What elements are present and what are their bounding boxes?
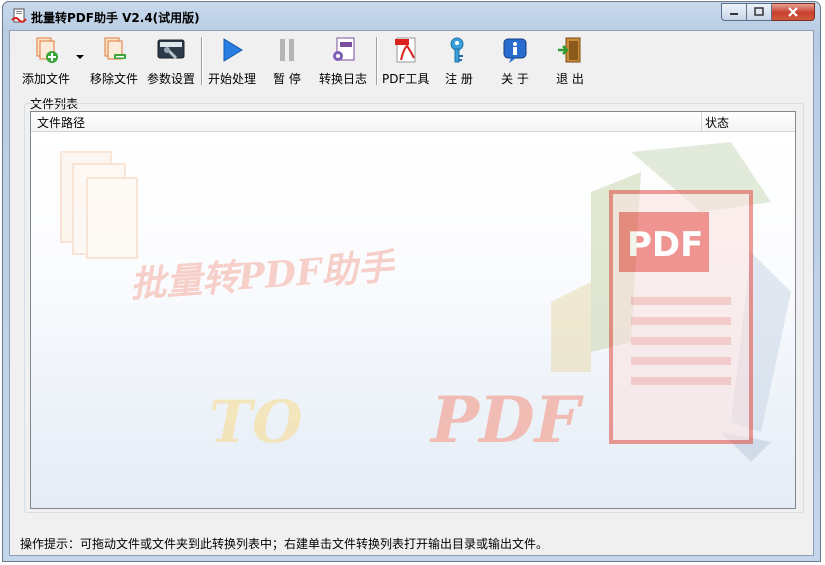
app-window: 批量转PDF助手 V2.4(试用版) 添加文件 移除文件 参数设置 开始处理 暂… <box>2 1 821 562</box>
about-button[interactable]: 关 于 <box>500 35 530 87</box>
list-header: 文件路径 状态 <box>31 112 795 132</box>
watermark-pdf-document: PDF <box>609 190 753 444</box>
start-button[interactable]: 开始处理 <box>208 35 256 87</box>
settings-button[interactable]: 参数设置 <box>147 35 195 87</box>
svg-text:PDF: PDF <box>627 225 703 265</box>
status-hint: 操作提示：可拖动文件或文件夹到此转换列表中；右建单击文件转换列表打开输出目录或输… <box>20 537 549 551</box>
start-label: 开始处理 <box>208 72 257 86</box>
pause-label: 暂 停 <box>273 72 301 86</box>
watermark-pdf: PDF <box>429 383 585 458</box>
minimize-icon <box>730 13 738 15</box>
settings-label: 参数设置 <box>147 72 196 86</box>
info-icon <box>503 38 527 63</box>
watermark-files-icon <box>60 151 138 259</box>
maximize-button[interactable] <box>747 3 772 21</box>
maximize-icon <box>754 7 764 16</box>
pause-icon <box>280 39 294 61</box>
play-icon <box>223 38 243 62</box>
watermark-title: 批量转PDF助手 <box>129 245 398 306</box>
column-header-path[interactable]: 文件路径 <box>37 114 85 131</box>
pdf-app-icon <box>11 8 27 23</box>
add-file-label: 添加文件 <box>22 72 71 86</box>
remove-file-button[interactable]: 移除文件 <box>90 35 138 87</box>
pdf-tools-icon <box>394 37 416 63</box>
window-controls <box>721 3 815 21</box>
remove-file-label: 移除文件 <box>90 72 139 86</box>
about-label: 关 于 <box>501 72 529 86</box>
key-icon <box>450 37 464 63</box>
watermark-to: TO <box>209 388 303 456</box>
file-list[interactable]: 文件路径 状态 PDF 批量转PDF助手 TO PDF <box>30 111 796 509</box>
column-divider[interactable] <box>701 112 702 131</box>
pdf-tools-label: PDF工具 <box>382 72 430 86</box>
add-file-icon <box>36 37 58 63</box>
exit-door-icon <box>558 37 581 63</box>
column-header-status[interactable]: 状态 <box>705 114 729 131</box>
list-body[interactable]: PDF 批量转PDF助手 TO PDF <box>31 132 795 508</box>
toolbar: 添加文件 移除文件 参数设置 开始处理 暂 停 转换日志 PDF工具 注 册 关… <box>10 31 813 89</box>
minimize-button[interactable] <box>721 3 747 21</box>
watermark-illustration: PDF 批量转PDF助手 TO PDF <box>60 142 791 462</box>
exit-label: 退 出 <box>556 72 584 86</box>
title-bar[interactable]: 批量转PDF助手 V2.4(试用版) <box>3 2 820 30</box>
toolbar-separator <box>201 37 203 85</box>
close-button[interactable] <box>772 3 815 21</box>
toolbar-separator <box>376 37 378 85</box>
pause-button[interactable]: 暂 停 <box>272 35 302 87</box>
log-label: 转换日志 <box>319 72 368 86</box>
register-button[interactable]: 注 册 <box>444 35 474 87</box>
add-file-button[interactable]: 添加文件 <box>22 35 70 87</box>
close-icon <box>788 7 798 17</box>
window-title: 批量转PDF助手 V2.4(试用版) <box>31 11 200 25</box>
log-button[interactable]: 转换日志 <box>319 35 367 87</box>
exit-button[interactable]: 退 出 <box>555 35 585 87</box>
settings-icon <box>157 39 185 60</box>
chevron-down-icon[interactable] <box>76 55 84 59</box>
pdf-tools-button[interactable]: PDF工具 <box>382 35 429 87</box>
client-area: 添加文件 移除文件 参数设置 开始处理 暂 停 转换日志 PDF工具 注 册 关… <box>9 30 814 556</box>
remove-file-icon <box>104 37 126 60</box>
log-icon <box>333 37 355 61</box>
register-label: 注 册 <box>445 72 473 86</box>
